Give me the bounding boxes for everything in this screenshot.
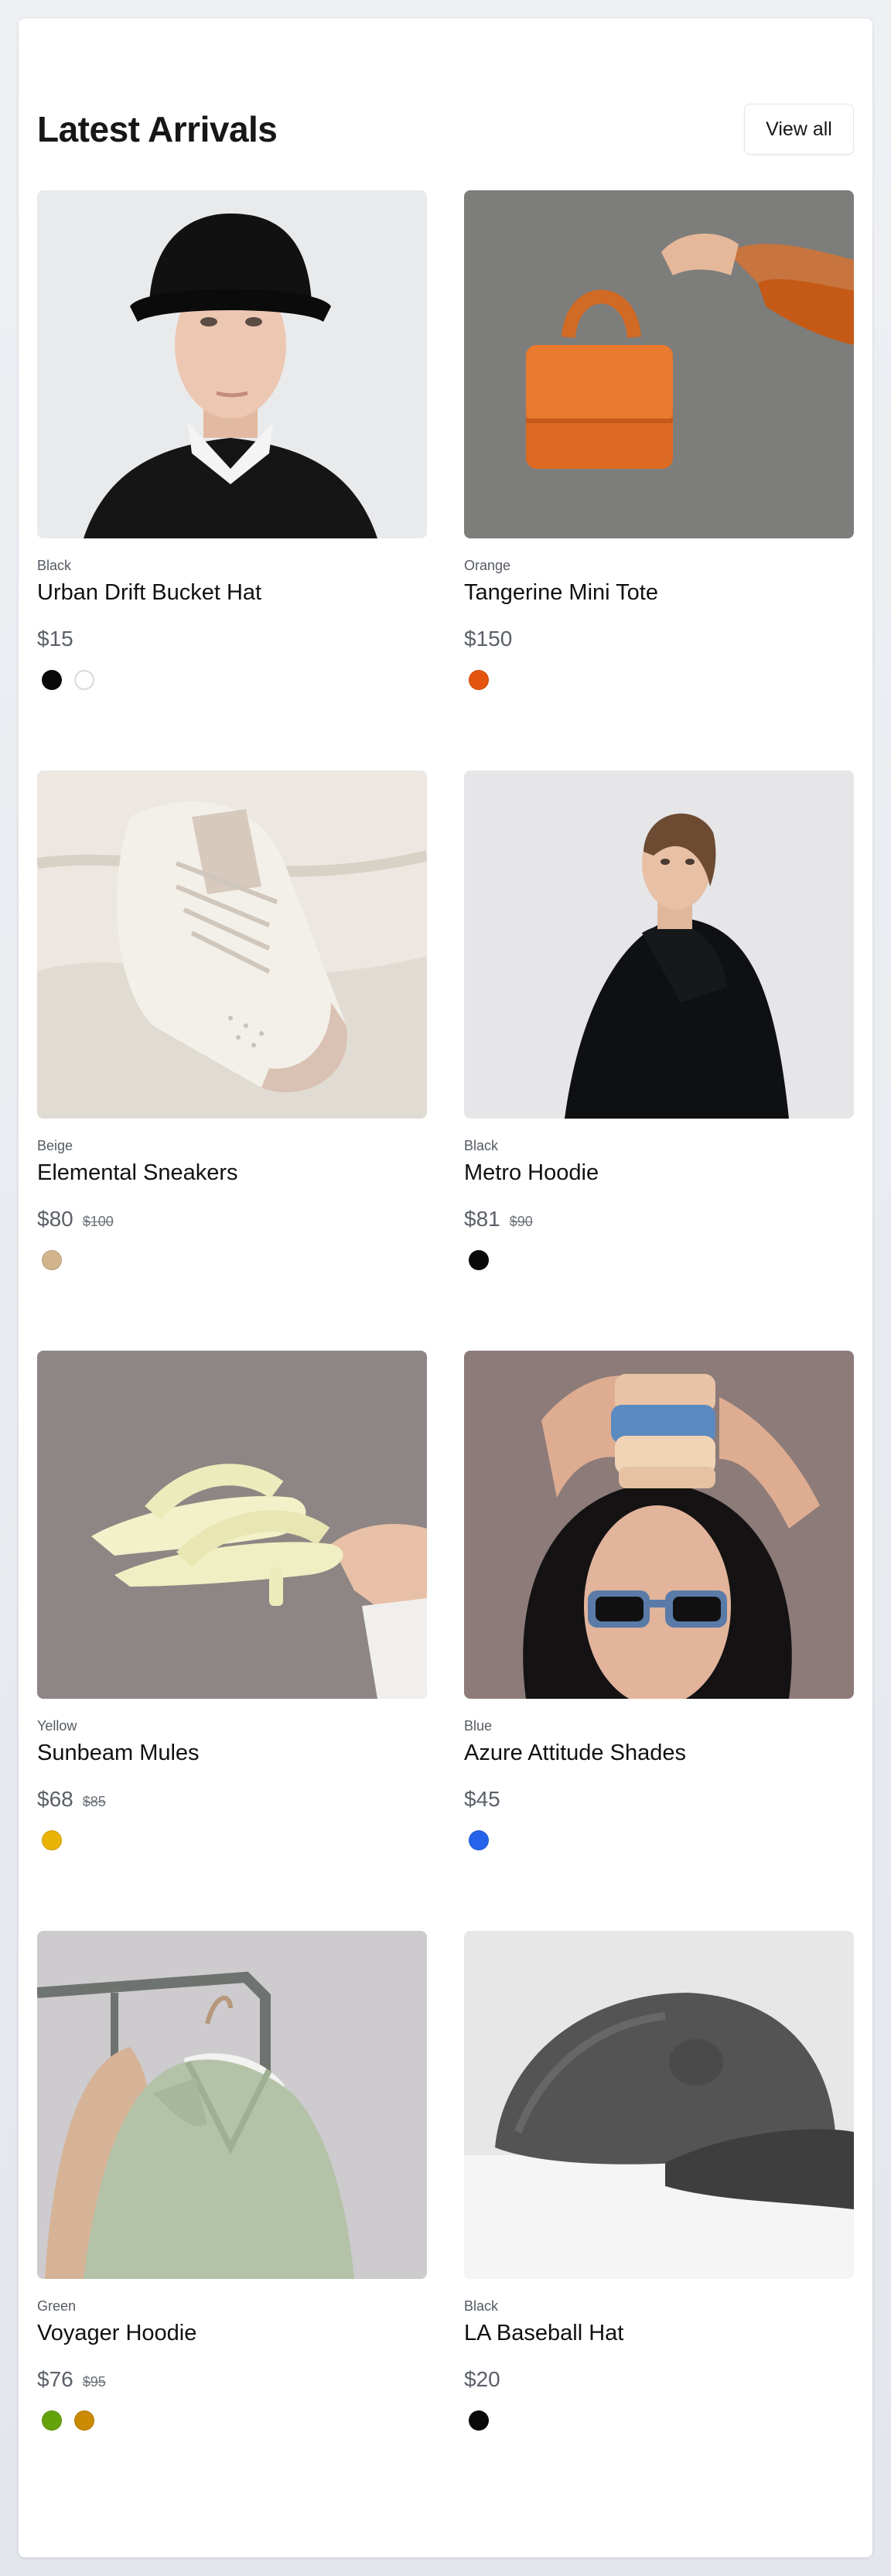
- product-image-shades[interactable]: [464, 1351, 854, 1699]
- product-price: $150: [464, 627, 513, 651]
- product-price: $76: [37, 2367, 73, 2391]
- product-price: $45: [464, 1787, 500, 1811]
- product-image-voyager-hoodie[interactable]: [37, 1931, 427, 2279]
- sneakers-photo: [37, 770, 427, 1119]
- price-row: $76 $95: [37, 2367, 427, 2398]
- price-row: $45: [464, 1787, 854, 1818]
- product-price: $15: [37, 627, 73, 651]
- product-image-sneakers[interactable]: [37, 770, 427, 1119]
- price-row: $80 $100: [37, 1207, 427, 1238]
- product-price: $81: [464, 1207, 500, 1231]
- product-image-baseball-hat[interactable]: [464, 1931, 854, 2279]
- baseball-hat-photo: [464, 1931, 854, 2279]
- color-swatches: [37, 1249, 427, 1272]
- product-card[interactable]: Blue Azure Attitude Shades $45: [464, 1351, 854, 1931]
- voyager-hoodie-photo: [37, 1931, 427, 2279]
- product-price: $68: [37, 1787, 73, 1811]
- product-color-label: Green: [37, 2298, 77, 2314]
- product-original-price: $85: [82, 1794, 106, 1809]
- view-all-button[interactable]: View all: [744, 104, 854, 155]
- product-grid: Black Urban Drift Bucket Hat $15 Orange …: [37, 190, 854, 2511]
- product-image-mules[interactable]: [37, 1351, 427, 1699]
- color-swatch-black[interactable]: [469, 2410, 489, 2431]
- product-name[interactable]: Azure Attitude Shades: [464, 1737, 854, 1768]
- color-swatches: [37, 1829, 427, 1852]
- color-swatch-mustard[interactable]: [74, 2410, 94, 2431]
- product-color-label: Orange: [464, 558, 511, 573]
- color-swatches: [37, 668, 427, 692]
- product-image-mini-tote[interactable]: [464, 190, 854, 538]
- product-name[interactable]: Elemental Sneakers: [37, 1157, 427, 1188]
- color-swatches: [464, 1829, 854, 1852]
- product-image-metro-hoodie[interactable]: [464, 770, 854, 1119]
- shades-photo: [464, 1351, 854, 1699]
- section-header: Latest Arrivals View all: [37, 102, 854, 156]
- product-card[interactable]: Yellow Sunbeam Mules $68 $85: [37, 1351, 427, 1931]
- product-color-label: Blue: [464, 1718, 493, 1734]
- color-swatch-white[interactable]: [74, 670, 94, 690]
- price-row: $15: [37, 627, 427, 658]
- product-color-label: Black: [464, 2298, 499, 2314]
- color-swatch-blue[interactable]: [469, 1830, 489, 1850]
- color-swatch-orange[interactable]: [469, 670, 489, 690]
- product-image-bucket-hat[interactable]: [37, 190, 427, 538]
- product-color-label: Black: [464, 1138, 499, 1153]
- color-swatches: [464, 668, 854, 692]
- product-card[interactable]: Black Urban Drift Bucket Hat $15: [37, 190, 427, 770]
- page-title: Latest Arrivals: [37, 109, 278, 149]
- product-section-card: Latest Arrivals View all Black Urban Dri…: [19, 19, 872, 2557]
- price-row: $68 $85: [37, 1787, 427, 1818]
- product-name[interactable]: LA Baseball Hat: [464, 2318, 854, 2349]
- color-swatches: [464, 1249, 854, 1272]
- product-card[interactable]: Black Metro Hoodie $81 $90: [464, 770, 854, 1351]
- metro-hoodie-photo: [464, 770, 854, 1119]
- color-swatches: [37, 2409, 427, 2432]
- product-name[interactable]: Urban Drift Bucket Hat: [37, 577, 427, 608]
- color-swatch-beige[interactable]: [42, 1250, 62, 1270]
- bucket-hat-photo: [37, 190, 427, 538]
- color-swatch-green[interactable]: [42, 2410, 62, 2431]
- product-name[interactable]: Metro Hoodie: [464, 1157, 854, 1188]
- product-color-label: Black: [37, 558, 72, 573]
- product-color-label: Beige: [37, 1138, 73, 1153]
- color-swatches: [464, 2409, 854, 2432]
- product-color-label: Yellow: [37, 1718, 77, 1734]
- color-swatch-black[interactable]: [469, 1250, 489, 1270]
- product-original-price: $95: [82, 2374, 106, 2390]
- color-swatch-yellow[interactable]: [42, 1830, 62, 1850]
- product-name[interactable]: Voyager Hoodie: [37, 2318, 427, 2349]
- product-card[interactable]: Black LA Baseball Hat $20: [464, 1931, 854, 2511]
- price-row: $81 $90: [464, 1207, 854, 1238]
- product-card[interactable]: Green Voyager Hoodie $76 $95: [37, 1931, 427, 2511]
- product-name[interactable]: Sunbeam Mules: [37, 1737, 427, 1768]
- product-card[interactable]: Beige Elemental Sneakers $80 $100: [37, 770, 427, 1351]
- price-row: $150: [464, 627, 854, 658]
- product-card[interactable]: Orange Tangerine Mini Tote $150: [464, 190, 854, 770]
- product-price: $80: [37, 1207, 73, 1231]
- product-original-price: $90: [509, 1214, 533, 1229]
- product-price: $20: [464, 2367, 500, 2391]
- mules-photo: [37, 1351, 427, 1699]
- color-swatch-black[interactable]: [42, 670, 62, 690]
- product-original-price: $100: [82, 1214, 114, 1229]
- price-row: $20: [464, 2367, 854, 2398]
- mini-tote-photo: [464, 190, 854, 538]
- product-name[interactable]: Tangerine Mini Tote: [464, 577, 854, 608]
